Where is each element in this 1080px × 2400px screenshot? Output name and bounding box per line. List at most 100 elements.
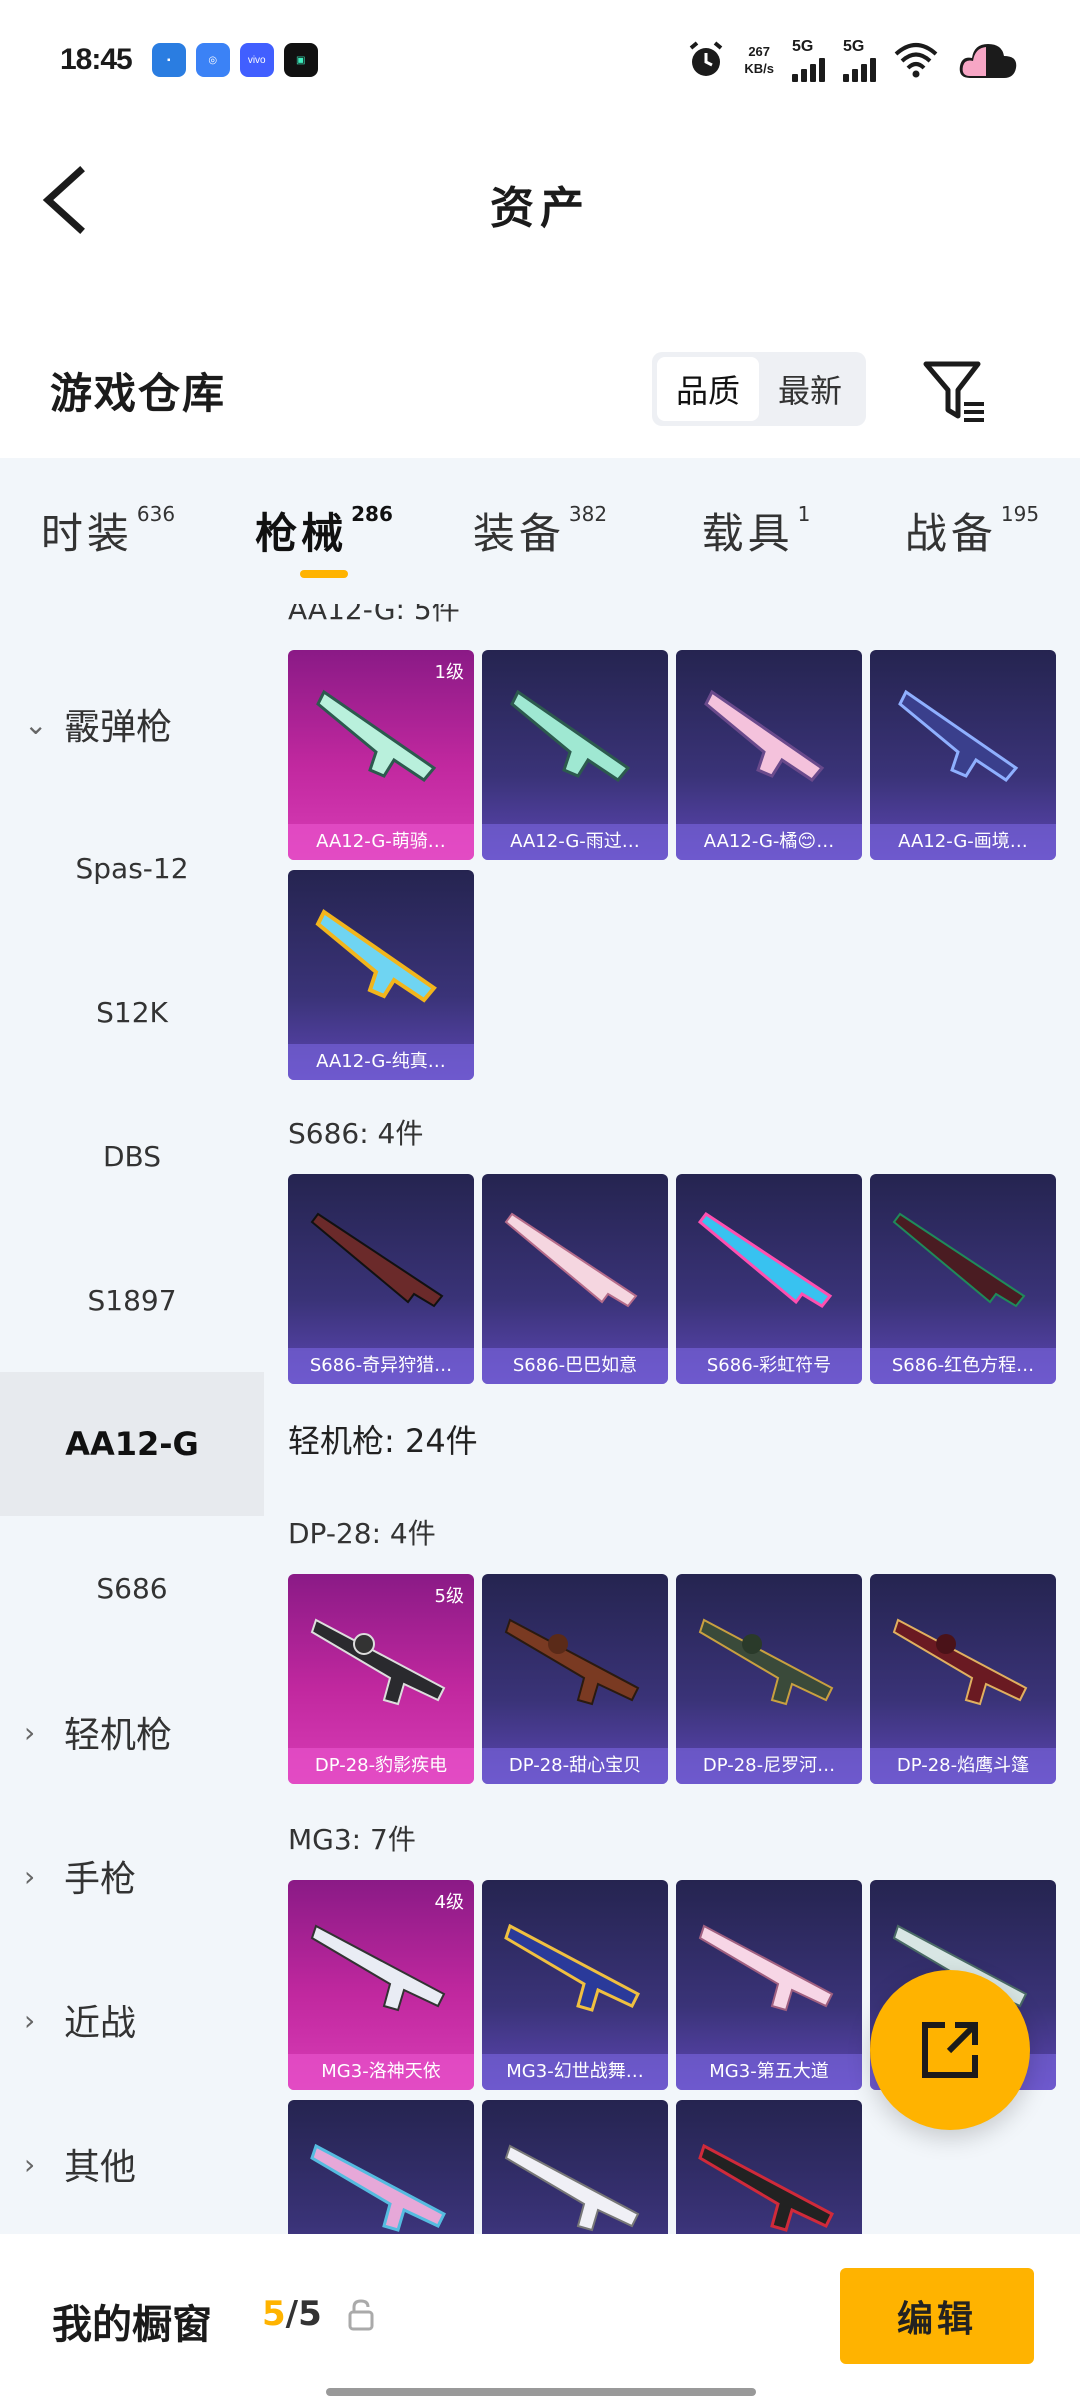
skin-card[interactable]: AA12-G-画境… (870, 650, 1056, 860)
skin-card[interactable] (676, 2100, 862, 2234)
signal-icon (792, 56, 825, 82)
battery-cloud-icon (959, 44, 1017, 78)
edit-button[interactable]: 编辑 (840, 2268, 1034, 2364)
tab-fashion[interactable]: 时装 636 (0, 458, 216, 604)
showcase-bar: 我的橱窗 5/5 编辑 (0, 2234, 1080, 2400)
sort-quality-option[interactable]: 品质 (657, 357, 759, 421)
sidebar-item-other[interactable]: › 其他 (0, 2092, 264, 2236)
category-heading: 轻机枪: 24件 (288, 1422, 478, 1460)
alarm-icon (690, 41, 723, 76)
signal-5g-2: 5G (843, 38, 876, 82)
sidebar-item-lmg[interactable]: › 轻机枪 (0, 1660, 264, 1804)
shotgun-icon (898, 689, 1019, 782)
tab-count: 286 (351, 502, 393, 526)
skin-card[interactable]: MG3-第五大道 (676, 1880, 862, 2090)
status-bar: 18:45 ▪ ◎ vivo ▣ 267 KB/s 5G 5G (0, 0, 1080, 120)
warehouse-header: 游戏仓库 品质 最新 (0, 340, 1080, 440)
machine-gun-icon (698, 1618, 834, 1706)
skin-name: S686-奇异狩猎… (288, 1348, 474, 1384)
skin-card[interactable]: 1级 AA12-G-萌骑… (288, 650, 474, 860)
home-indicator[interactable] (326, 2388, 756, 2396)
skin-card[interactable]: 4级 MG3-洛神天依 (288, 1880, 474, 2090)
sidebar-item-aa12g[interactable]: AA12-G (0, 1372, 264, 1516)
sidebar-item-label: S12K (96, 995, 168, 1029)
sidebar-item-label: AA12-G (65, 1425, 199, 1463)
tab-label: 枪械 (255, 509, 348, 558)
skin-card[interactable] (482, 2100, 668, 2234)
shotgun-icon (892, 1212, 1026, 1308)
skin-card[interactable] (288, 2100, 474, 2234)
sidebar-item-melee[interactable]: › 近战 (0, 1948, 264, 2092)
app-notification-icon: ▣ (283, 43, 318, 77)
skin-name: MG3-幻世战舞… (482, 2054, 668, 2090)
skin-name: AA12-G-橘😊… (676, 824, 862, 860)
sidebar-item-label: 近战 (64, 2003, 137, 2044)
vivo-icon: vivo (239, 43, 274, 77)
skin-name: AA12-G-萌骑… (288, 824, 474, 860)
skin-card[interactable]: S686-巴巴如意 (482, 1174, 668, 1384)
tab-equipment[interactable]: 装备 382 (432, 458, 648, 604)
share-button[interactable] (870, 1970, 1030, 2130)
sidebar-item-label: DBS (102, 1139, 162, 1173)
net-speed: 267 KB/s (744, 43, 774, 77)
showcase-label: 我的橱窗 (52, 2302, 212, 2348)
signal-label: 5G (792, 38, 814, 55)
sidebar-item-pistol[interactable]: › 手枪 (0, 1804, 264, 1948)
skin-card[interactable]: DP-28-尼罗河… (676, 1574, 862, 1784)
notification-icons: ▪ ◎ vivo ▣ (151, 43, 318, 77)
machine-gun-icon (310, 1618, 446, 1706)
skin-name: DP-28-甜心宝贝 (482, 1748, 668, 1784)
skin-name: DP-28-豹影疾电 (288, 1748, 474, 1784)
signal-label: 5G (843, 38, 865, 55)
sort-newest-option[interactable]: 最新 (759, 357, 861, 421)
tab-firearms[interactable]: 枪械 286 (216, 458, 432, 604)
machine-gun-icon (310, 1924, 446, 2012)
group-label: DP-28: 4件 (288, 1517, 436, 1550)
filter-button[interactable] (920, 350, 990, 430)
showcase-current: 5 (262, 2294, 286, 2334)
sidebar-item-s1897[interactable]: S1897 (0, 1228, 264, 1372)
machine-gun-icon (504, 1618, 640, 1706)
skin-card[interactable]: MG3-幻世战舞… (482, 1880, 668, 2090)
shotgun-icon (310, 1212, 444, 1308)
chevron-right-icon: › (24, 2147, 36, 2181)
sidebar-item-dbs[interactable]: DBS (0, 1084, 264, 1228)
category-tabs: 时装 636 枪械 286 装备 382 载具 1 战备 195 (0, 458, 1080, 604)
machine-gun-icon (698, 2143, 834, 2232)
sidebar-item-spas12[interactable]: Spas-12 (0, 796, 264, 940)
shotgun-icon (704, 689, 825, 782)
skin-card[interactable]: AA12-G-纯真… (288, 870, 474, 1080)
skin-card[interactable]: S686-彩虹符号 (676, 1174, 862, 1384)
weapon-type-sidebar: ⌄ 霰弹枪 Spas-12 S12K DBS S1897 AA12-G S686… (0, 604, 264, 2234)
machine-gun-icon (310, 2143, 446, 2232)
sidebar-item-label: S686 (96, 1571, 168, 1605)
sidebar-item-s686[interactable]: S686 (0, 1516, 264, 1660)
skin-card[interactable]: DP-28-焰鹰斗篷 (870, 1574, 1056, 1784)
sidebar-item-label: 手枪 (64, 1859, 137, 1900)
skin-card[interactable]: 5级 DP-28-豹影疾电 (288, 1574, 474, 1784)
skin-card[interactable]: S686-红色方程… (870, 1174, 1056, 1384)
skin-card[interactable]: S686-奇异狩猎… (288, 1174, 474, 1384)
net-speed-unit: KB/s (744, 61, 774, 76)
sidebar-item-label: 轻机枪 (64, 1715, 173, 1756)
sidebar-item-shotgun[interactable]: ⌄ 霰弹枪 (0, 652, 264, 796)
tab-count: 1 (797, 502, 811, 526)
skin-name: DP-28-尼罗河… (676, 1748, 862, 1784)
skin-card[interactable]: AA12-G-橘😊… (676, 650, 862, 860)
tab-vehicles[interactable]: 载具 1 (648, 458, 864, 604)
chevron-right-icon: › (24, 2003, 36, 2037)
sidebar-item-s12k[interactable]: S12K (0, 940, 264, 1084)
sidebar-item-label: Spas-12 (75, 851, 189, 885)
tab-count: 636 (136, 502, 176, 526)
machine-gun-icon (892, 1618, 1028, 1706)
group-label: AA12-G: 5件 (288, 604, 460, 626)
skin-card[interactable]: AA12-G-雨过… (482, 650, 668, 860)
active-tab-indicator (300, 570, 348, 578)
warehouse-title: 游戏仓库 (50, 369, 227, 418)
showcase-count: 5/5 (262, 2294, 322, 2334)
tab-battle-gear[interactable]: 战备 195 (864, 458, 1080, 604)
skin-name: S686-巴巴如意 (482, 1348, 668, 1384)
skin-level: 5级 (434, 1586, 464, 1607)
skin-card[interactable]: DP-28-甜心宝贝 (482, 1574, 668, 1784)
chevron-down-icon: ⌄ (24, 707, 48, 741)
